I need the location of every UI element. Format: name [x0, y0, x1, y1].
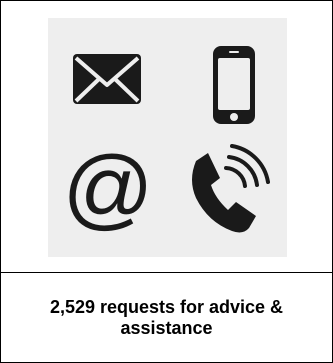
caption-cell: 2,529 requests for advice & assistance — [1, 273, 332, 362]
requests-caption: 2,529 requests for advice & assistance — [49, 296, 284, 338]
mobile-phone-icon — [213, 46, 255, 124]
phone-call-icon — [192, 144, 270, 233]
svg-text:@: @ — [62, 139, 153, 239]
at-sign-icon: @ — [62, 139, 153, 239]
contact-icons-panel: @ — [48, 18, 287, 257]
contact-image-area: @ — [1, 1, 332, 273]
contact-card: @ 2,529 requests for advice & assistance — [0, 0, 333, 363]
envelope-icon — [73, 54, 141, 104]
contact-icons-graphic: @ — [62, 46, 270, 239]
